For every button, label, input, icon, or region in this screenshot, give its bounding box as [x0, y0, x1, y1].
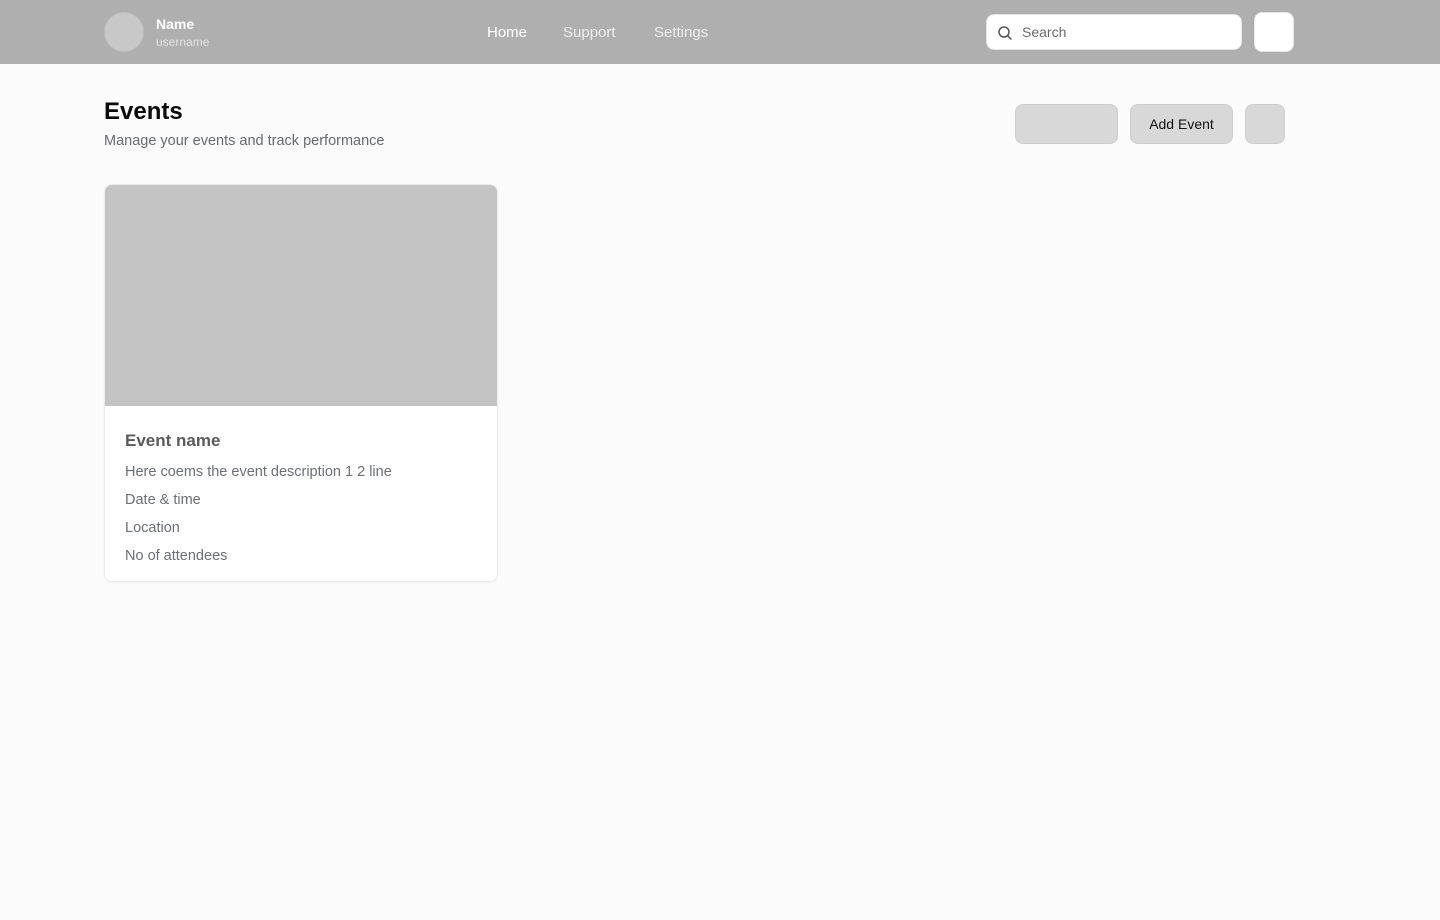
event-attendees: No of attendees [125, 548, 228, 564]
search-input[interactable] [1022, 15, 1232, 49]
search-icon [998, 26, 1012, 40]
add-event-button[interactable]: Add Event [1130, 104, 1233, 144]
event-image-placeholder [105, 185, 497, 406]
event-name: Event name [125, 431, 221, 450]
more-options-button[interactable] [1245, 104, 1285, 144]
nav-link-support[interactable]: Support [563, 24, 616, 41]
event-datetime: Date & time [125, 492, 201, 508]
search-box [986, 14, 1242, 50]
event-card[interactable]: Event name Here coems the event descript… [104, 184, 498, 582]
page-title: Events [104, 98, 183, 125]
user-username: username [156, 35, 210, 49]
user-name: Name [156, 16, 195, 32]
page-subtitle: Manage your events and track performance [104, 133, 385, 149]
event-location: Location [125, 520, 180, 536]
nav-link-home[interactable]: Home [487, 24, 527, 41]
top-navigation-bar: Name username Home Support Settings [0, 0, 1440, 64]
avatar[interactable] [104, 12, 144, 52]
nav-link-settings[interactable]: Settings [654, 24, 708, 41]
secondary-action-button[interactable] [1015, 104, 1118, 144]
header-action-button[interactable] [1254, 12, 1294, 52]
event-description: Here coems the event description 1 2 lin… [125, 464, 392, 480]
